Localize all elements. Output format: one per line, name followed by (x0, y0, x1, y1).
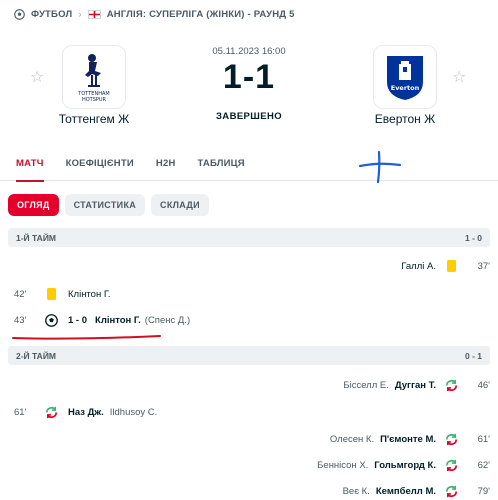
away-team-logo[interactable]: Everton (373, 45, 437, 109)
second-half-score: 0 - 1 (464, 350, 482, 361)
event-row: 43' 1 - 0 Клінтон Г. (Спенс Д.) (8, 311, 490, 329)
event-player-out[interactable]: Веє К. (343, 486, 370, 497)
event-row: Олесен К. П'ємонте М. 61' (8, 430, 490, 448)
event-row: 61' Наз Дж. Ildhusoy C. (8, 403, 490, 421)
event-minute: 42' (14, 288, 27, 300)
event-minute: 43' (14, 314, 27, 326)
event-minute: 46' (477, 379, 490, 391)
breadcrumb-sport[interactable]: ФУТБОЛ (31, 9, 72, 20)
substitution-icon (442, 456, 460, 474)
event-row: Беннісон Х. Гольмгорд К. 62' (8, 456, 490, 474)
event-player-in[interactable]: Кемпбелл М. (376, 486, 436, 497)
second-half-label: 2-Й ТАЙМ (16, 350, 57, 361)
event-player-in[interactable]: Дугган Т. (395, 380, 436, 391)
event-player-in[interactable]: Наз Дж. (68, 407, 104, 418)
event-minute: 79' (477, 485, 490, 497)
first-half-header: 1-Й ТАЙМ 1 - 0 (8, 228, 490, 247)
event-assist[interactable]: (Спенс Д.) (145, 315, 190, 326)
first-half-score: 1 - 0 (464, 232, 482, 243)
event-minute: 37' (477, 260, 490, 272)
soccer-ball-icon (14, 8, 25, 20)
event-player-out[interactable]: Бісселл Е. (343, 380, 389, 391)
event-minute: 62' (477, 459, 490, 471)
event-row: Веє К. Кемпбелл М. 79' (8, 482, 490, 500)
event-goal-score: 1 - 0 (68, 314, 88, 326)
everton-crest-icon: Everton (387, 56, 423, 100)
event-minute: 61' (14, 406, 27, 418)
tab-match[interactable]: МАТЧ (16, 148, 44, 182)
event-player-in[interactable]: П'ємонте М. (380, 434, 436, 445)
match-tabs: МАТЧ КОЕФІЦІЄНТИ H2H ТАБЛИЦЯ (0, 148, 498, 182)
event-row: Галлі А. 37' (8, 257, 490, 275)
substitution-icon (442, 376, 460, 394)
event-player[interactable]: Галлі А. (401, 261, 436, 272)
substitution-icon (442, 482, 460, 500)
substitution-icon (42, 403, 60, 421)
event-player[interactable]: Клінтон Г. (95, 315, 141, 326)
event-player-in[interactable]: Гольмгорд К. (374, 460, 436, 471)
tab-odds[interactable]: КОЕФІЦІЄНТИ (66, 148, 134, 181)
event-player-out[interactable]: Ildhusoy C. (110, 407, 158, 418)
away-team-name[interactable]: Евертон Ж (345, 112, 465, 126)
substitution-icon (442, 430, 460, 448)
annotation-underline (12, 335, 161, 340)
event-player-out[interactable]: Олесен К. (330, 434, 374, 445)
svg-text:Everton: Everton (391, 84, 420, 92)
yellow-card-icon (442, 257, 460, 275)
tab-h2h[interactable]: H2H (156, 148, 176, 181)
event-player-out[interactable]: Беннісон Х. (317, 460, 368, 471)
annotation-plus-mark (358, 150, 402, 184)
event-row: 42' Клінтон Г. (8, 285, 490, 303)
goal-ball-icon (42, 311, 60, 329)
tab-standings[interactable]: ТАБЛИЦЯ (198, 148, 245, 181)
breadcrumb-separator: › (78, 8, 82, 20)
subtab-statistics[interactable]: СТАТИСТИКА (64, 194, 146, 216)
svg-text:HOTSPUR: HOTSPUR (82, 97, 107, 103)
second-half-header: 2-Й ТАЙМ 0 - 1 (8, 346, 490, 365)
breadcrumb: ФУТБОЛ › АНГЛІЯ: СУПЕРЛІГА (ЖІНКИ) - РАУ… (14, 6, 295, 22)
event-minute: 61' (477, 433, 490, 445)
event-player[interactable]: Клінтон Г. (68, 289, 110, 300)
subtab-lineups[interactable]: СКЛАДИ (151, 194, 209, 216)
subtab-overview[interactable]: ОГЛЯД (8, 194, 59, 216)
yellow-card-icon (42, 285, 60, 303)
breadcrumb-competition[interactable]: АНГЛІЯ: СУПЕРЛІГА (ЖІНКИ) - РАУНД 5 (107, 9, 295, 20)
favorite-away-star-icon[interactable]: ☆ (452, 70, 468, 86)
subtabs: ОГЛЯД СТАТИСТИКА СКЛАДИ (8, 194, 209, 216)
first-half-label: 1-Й ТАЙМ (16, 232, 57, 243)
england-flag-icon (87, 9, 101, 19)
event-row: Бісселл Е. Дугган Т. 46' (8, 376, 490, 394)
